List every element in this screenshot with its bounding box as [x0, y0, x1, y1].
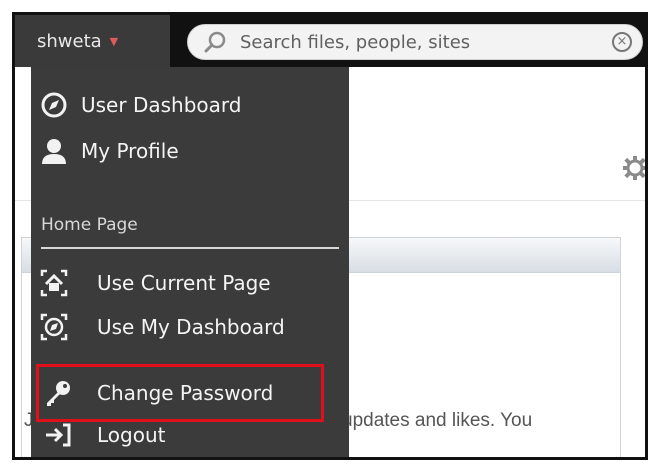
- menu-item-use-current-page[interactable]: Use Current Page: [31, 265, 349, 301]
- menu-item-my-profile[interactable]: My Profile: [31, 133, 349, 169]
- logout-icon: [46, 423, 71, 447]
- search-box[interactable]: ×: [187, 24, 643, 60]
- top-bar: shweta ▼ ×: [15, 15, 645, 67]
- screenshot-frame: J updates and likes. You shweta ▼ × User…: [12, 12, 648, 460]
- person-icon: [42, 139, 66, 164]
- menu-item-use-my-dashboard[interactable]: Use My Dashboard: [31, 309, 349, 345]
- menu-item-label: Use Current Page: [97, 271, 271, 295]
- chevron-down-icon: ▼: [109, 34, 119, 48]
- search-icon: [204, 31, 226, 53]
- dashboard-compass-icon: [41, 92, 67, 118]
- dashlet-description: updates and likes. You: [342, 410, 533, 431]
- menu-item-logout[interactable]: Logout: [31, 417, 349, 453]
- dashboard-target-icon: [40, 313, 68, 341]
- menu-item-label: My Profile: [81, 139, 179, 163]
- menu-item-label: Logout: [97, 423, 166, 447]
- change-password-highlight: [36, 364, 324, 422]
- menu-item-label: User Dashboard: [81, 93, 242, 117]
- menu-item-label: Use My Dashboard: [97, 315, 285, 339]
- menu-divider: [41, 247, 339, 249]
- search-input[interactable]: [238, 30, 582, 54]
- home-page-section-heading: Home Page: [41, 215, 138, 235]
- username-label: shweta: [37, 30, 102, 52]
- menu-item-user-dashboard[interactable]: User Dashboard: [31, 87, 349, 123]
- clear-search-icon[interactable]: ×: [612, 32, 632, 52]
- gear-icon[interactable]: [622, 155, 648, 181]
- home-current-page-icon: [40, 269, 68, 297]
- user-menu-dropdown: User Dashboard My Profile Home Page Use …: [31, 67, 349, 457]
- user-menu-button[interactable]: shweta ▼: [15, 15, 170, 67]
